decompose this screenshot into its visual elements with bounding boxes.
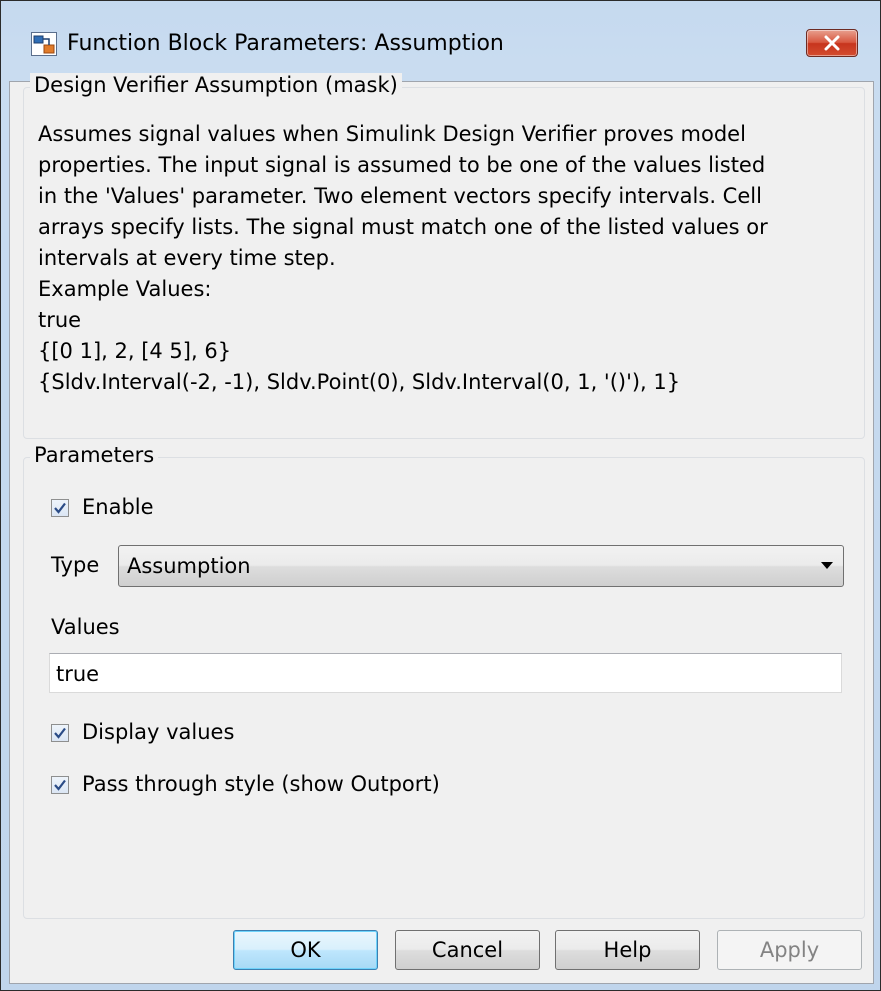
mask-description: Assumes signal values when Simulink Desi… bbox=[38, 122, 768, 394]
apply-button[interactable]: Apply bbox=[717, 930, 862, 970]
checkmark-icon bbox=[54, 779, 66, 791]
checkmark-icon bbox=[54, 502, 66, 514]
close-button[interactable] bbox=[806, 29, 858, 57]
parameters-group-title: Parameters bbox=[30, 443, 159, 467]
type-dropdown-value: Assumption bbox=[127, 554, 251, 578]
cancel-button[interactable]: Cancel bbox=[395, 930, 540, 970]
enable-label[interactable]: Enable bbox=[82, 495, 154, 519]
mask-group-title: Design Verifier Assumption (mask) bbox=[30, 73, 402, 97]
pass-through-checkbox[interactable] bbox=[51, 776, 69, 794]
enable-checkbox[interactable] bbox=[51, 499, 69, 517]
close-icon bbox=[824, 35, 840, 51]
pass-through-label[interactable]: Pass through style (show Outport) bbox=[82, 772, 440, 796]
simulink-block-icon bbox=[31, 32, 57, 56]
values-input[interactable]: true bbox=[49, 653, 842, 693]
ok-button[interactable]: OK bbox=[233, 930, 378, 970]
chevron-down-icon bbox=[821, 562, 833, 569]
display-values-checkbox[interactable] bbox=[51, 724, 69, 742]
help-button[interactable]: Help bbox=[555, 930, 700, 970]
type-dropdown[interactable]: Assumption bbox=[118, 545, 844, 587]
checkmark-icon bbox=[54, 727, 66, 739]
window-title: Function Block Parameters: Assumption bbox=[67, 31, 504, 56]
values-label: Values bbox=[51, 615, 120, 639]
type-label: Type bbox=[51, 553, 100, 577]
values-input-text: true bbox=[56, 662, 100, 686]
display-values-label[interactable]: Display values bbox=[82, 720, 234, 744]
title-bar[interactable]: Function Block Parameters: Assumption bbox=[1, 1, 880, 81]
